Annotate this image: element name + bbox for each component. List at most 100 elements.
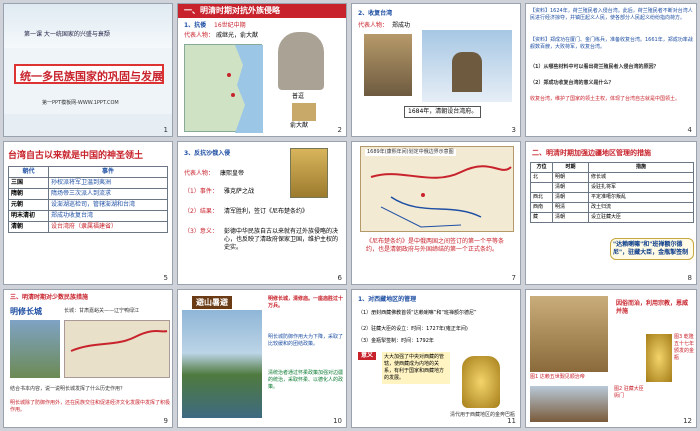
table-row: 北 明朝 修长城 <box>530 172 694 183</box>
slide-thumbnail-8[interactable]: 二、明清时期加强边疆地区管理的措施 方位 时期 措施 北 明朝 修长城 清朝 设… <box>525 141 697 285</box>
slide-thumbnail-3[interactable]: 2、收复台湾 代表人物： 郑成功 1684年，清朝设台湾府。 3 <box>351 3 521 137</box>
slide-number: 3 <box>511 126 516 134</box>
slide2-map-image <box>184 44 263 133</box>
slide11-golden-urn <box>462 356 500 408</box>
table-row: 藏 清朝 设立驻藏大臣 <box>530 212 694 223</box>
table-cell: 清朝 <box>552 192 589 203</box>
slide1-top-band <box>4 4 172 48</box>
table-cell: 清朝 <box>552 212 589 223</box>
slide-thumbnail-1[interactable]: 第一课 大一统国家的兴盛与衰颓 统一多民族国家的巩固与发展 第一PPT模板网-W… <box>3 3 173 137</box>
slide2-portrait-image <box>292 103 316 121</box>
slide-number: 4 <box>687 126 692 134</box>
slide10-text1: 明修长城，清修庙。一座庙胜过十万兵。 <box>268 296 344 309</box>
table-cell: 清朝 <box>8 221 49 233</box>
slide2-statue-image <box>278 32 324 90</box>
table-header: 事件 <box>48 166 168 178</box>
slide-thumbnail-10[interactable]: 避山暑避 明修长城，清修庙。一座庙胜过十万兵。 明长城防御作用大为下降，采取了比… <box>177 289 347 428</box>
slide9-title: 明修长城 <box>10 307 42 316</box>
slide-thumbnail-7[interactable]: 1689年(康熙年间)划定中俄边界示意图 《尼布楚条约》是中俄两国之间签订的第一… <box>351 141 521 285</box>
slide2-header: 一、明清时期对抗外族侵略 <box>178 4 346 18</box>
table-cell <box>530 182 553 193</box>
table-cell: 修长城 <box>588 172 694 183</box>
slide-thumbnail-5[interactable]: 台湾自古以来就是中国的神圣领土 朝代 事件 三国 孙权派将军卫温到夷洲 隋朝 隋… <box>3 141 173 285</box>
slide11-sig-label: 意义 <box>358 352 377 360</box>
slide-thumbnail-4[interactable]: 【资料】1624年，荷兰殖民者入侵台湾。此后，荷兰殖民者不断对台湾人民进行经济掠… <box>525 3 697 137</box>
slide5-table: 朝代 事件 三国 孙权派将军卫温到夷洲 隋朝 隋炀帝三次派人到流求 元朝 设澎湖… <box>8 166 168 233</box>
table-cell: 西南 <box>530 202 553 213</box>
slide-number: 5 <box>163 274 168 282</box>
slide11-line2: （2）驻藏大臣的设立：时间：1727年(雍正年间) <box>358 326 468 332</box>
table-row: 西南 明清 改土归流 <box>530 202 694 213</box>
slide6-event: 雅克萨之战 <box>224 188 255 195</box>
table-header: 朝代 <box>8 166 49 178</box>
table-cell: 西北 <box>530 192 553 203</box>
table-row: 清朝 设驻扎将军 <box>530 182 694 193</box>
slide-number: 10 <box>333 417 342 425</box>
slide12-caption2: 图2 驻藏大臣衙门 <box>614 386 644 399</box>
slide10-sign: 避山暑避 <box>192 296 232 309</box>
table-cell: 明末清初 <box>8 210 49 222</box>
slide6-significance: 彭德中华民族自古以来就有过外族侵略的决心，也反映了清政府保家卫国，维护主权的史实… <box>224 228 339 251</box>
table-cell: 孙权派将军卫温到夷洲 <box>48 177 168 189</box>
slide1-footer: 第一PPT模板网-WWW.1PPT.COM <box>42 100 119 106</box>
table-cell: 设澎湖巡检司，管辖澎湖和台湾 <box>48 199 168 211</box>
slide-number: 6 <box>337 274 342 282</box>
slide12-caption3: 图3 乾隆五十七年颁发的金瓶 <box>674 334 695 361</box>
slide11-line3: （3）金瓶掣签制：时间：1792年 <box>358 338 434 344</box>
slide4-para1: 【资料】1624年，荷兰殖民者入侵台湾。此后，荷兰殖民者不断对台湾人民进行经济掠… <box>530 8 693 21</box>
slide-thumbnail-12[interactable]: 因俗而治，利用宗教，恩威并施 图1 达赖五世觐见顺治帝 图2 驻藏大臣衙门 图3… <box>525 289 697 428</box>
slide8-table: 方位 时期 措施 北 明朝 修长城 清朝 设驻扎将军 西北 清朝 平定准噶尔叛乱… <box>530 162 694 223</box>
table-cell: 北 <box>530 172 553 183</box>
slide-thumbnail-6[interactable]: 3、反抗沙俄入侵 代表人物： 康熙皇帝 （1）事件： 雅克萨之战 （2）结果： … <box>177 141 347 285</box>
slide2-rep-label: 代表人物： <box>184 32 215 39</box>
table-cell: 三国 <box>8 177 49 189</box>
slide4-question2: （2）郑成功收复台湾的意义是什么？ <box>530 80 614 86</box>
slide12-painting <box>530 296 608 372</box>
slide2-item: 1、抗倭 <box>184 22 207 29</box>
slide12-urn-photo <box>646 334 672 382</box>
table-cell: 郑成功收复台湾 <box>48 210 168 222</box>
table-header: 方位 <box>530 162 553 173</box>
slide3-caption: 1684年，清朝设台湾府。 <box>404 106 482 118</box>
table-header: 时期 <box>552 162 589 173</box>
slide10-text2: 明长城防御作用大为下降，采取了比较缓和的团结政策。 <box>268 334 344 347</box>
slide6-rep-label: 代表人物： <box>184 170 215 177</box>
slide6-significance-label: （3）意义： <box>184 228 218 235</box>
table-cell: 清朝 <box>552 182 589 193</box>
slide1-lesson-label: 第一课 大一统国家的兴盛与衰颓 <box>24 31 110 38</box>
slide-thumbnail-9[interactable]: 三、明清时期对少数民族措施 明修长城 长城：甘肃嘉峪关——辽宁鸭绿江 结合书本内… <box>3 289 173 428</box>
slide-thumbnail-11[interactable]: 1、对西藏地区的管理 （1）册封西藏佛教首领“达赖喇嘛”和“班禅额尔德尼” （2… <box>351 289 521 428</box>
slide-number: 9 <box>163 417 168 425</box>
slide6-rep: 康熙皇帝 <box>220 170 245 177</box>
table-row: 清朝 设台湾府（隶属福建省） <box>8 221 168 233</box>
slide5-title: 台湾自古以来就是中国的神圣领土 <box>8 151 144 161</box>
table-cell: 设驻扎将军 <box>588 182 694 193</box>
slide11-significance: 大大加强了中央对西藏的管辖，使西藏成为内地的关系，有利于国家和西藏地方的发展。 <box>382 352 450 384</box>
slide9-wall-photo <box>10 320 60 378</box>
slide6-event-label: （1）事件： <box>184 188 218 195</box>
slide2-date: 16世纪中期 <box>214 22 246 29</box>
border-map-icon <box>370 165 512 228</box>
coast-map-icon <box>227 45 263 133</box>
slide4-question1: （1）从哪些材料中可以看出荷兰殖民者入侵台湾的原因？ <box>530 64 659 70</box>
slide8-header: 二、明清时期加强边疆地区管理的措施 <box>532 149 651 157</box>
table-cell: 藏 <box>530 212 553 223</box>
slide7-map: 1689年(康熙年间)划定中俄边界示意图 <box>360 146 514 232</box>
slide-sorter-grid: 第一课 大一统国家的兴盛与衰颓 统一多民族国家的巩固与发展 第一PPT模板网-W… <box>0 0 700 431</box>
slide11-item: 1、对西藏地区的管理 <box>358 296 417 303</box>
slide11-line1: （1）册封西藏佛教首领“达赖喇嘛”和“班禅额尔德尼” <box>358 310 477 316</box>
slide10-text3: 清统治者通过怀柔政策加强对边疆的统治，采取怀柔、以德化人的政策。 <box>268 370 344 390</box>
slide3-item: 2、收复台湾 <box>358 10 393 17</box>
table-row: 隋朝 隋炀帝三次派人到流求 <box>8 188 168 200</box>
slide2-caption2: 俞大猷 <box>290 122 309 129</box>
slide-number: 12 <box>683 417 692 425</box>
slide-thumbnail-2[interactable]: 一、明清时期对抗外族侵略 1、抗倭 16世纪中期 代表人物： 戚继光，俞大猷 普… <box>177 3 347 137</box>
slide-number: 7 <box>511 274 516 282</box>
slide2-caption1: 普逗 <box>292 93 305 100</box>
slide9-side-label: 长城：甘肃嘉峪关——辽宁鸭绿江 <box>64 308 140 314</box>
table-cell: 元朝 <box>8 199 49 211</box>
slide7-text: 《尼布楚条约》是中俄两国之间签订的第一个平等条约，也是清朝政府与外国缔结的第一个… <box>366 238 505 253</box>
table-cell: 明朝 <box>552 172 589 183</box>
great-wall-map-icon <box>70 330 168 352</box>
table-cell: 明清 <box>552 202 589 213</box>
